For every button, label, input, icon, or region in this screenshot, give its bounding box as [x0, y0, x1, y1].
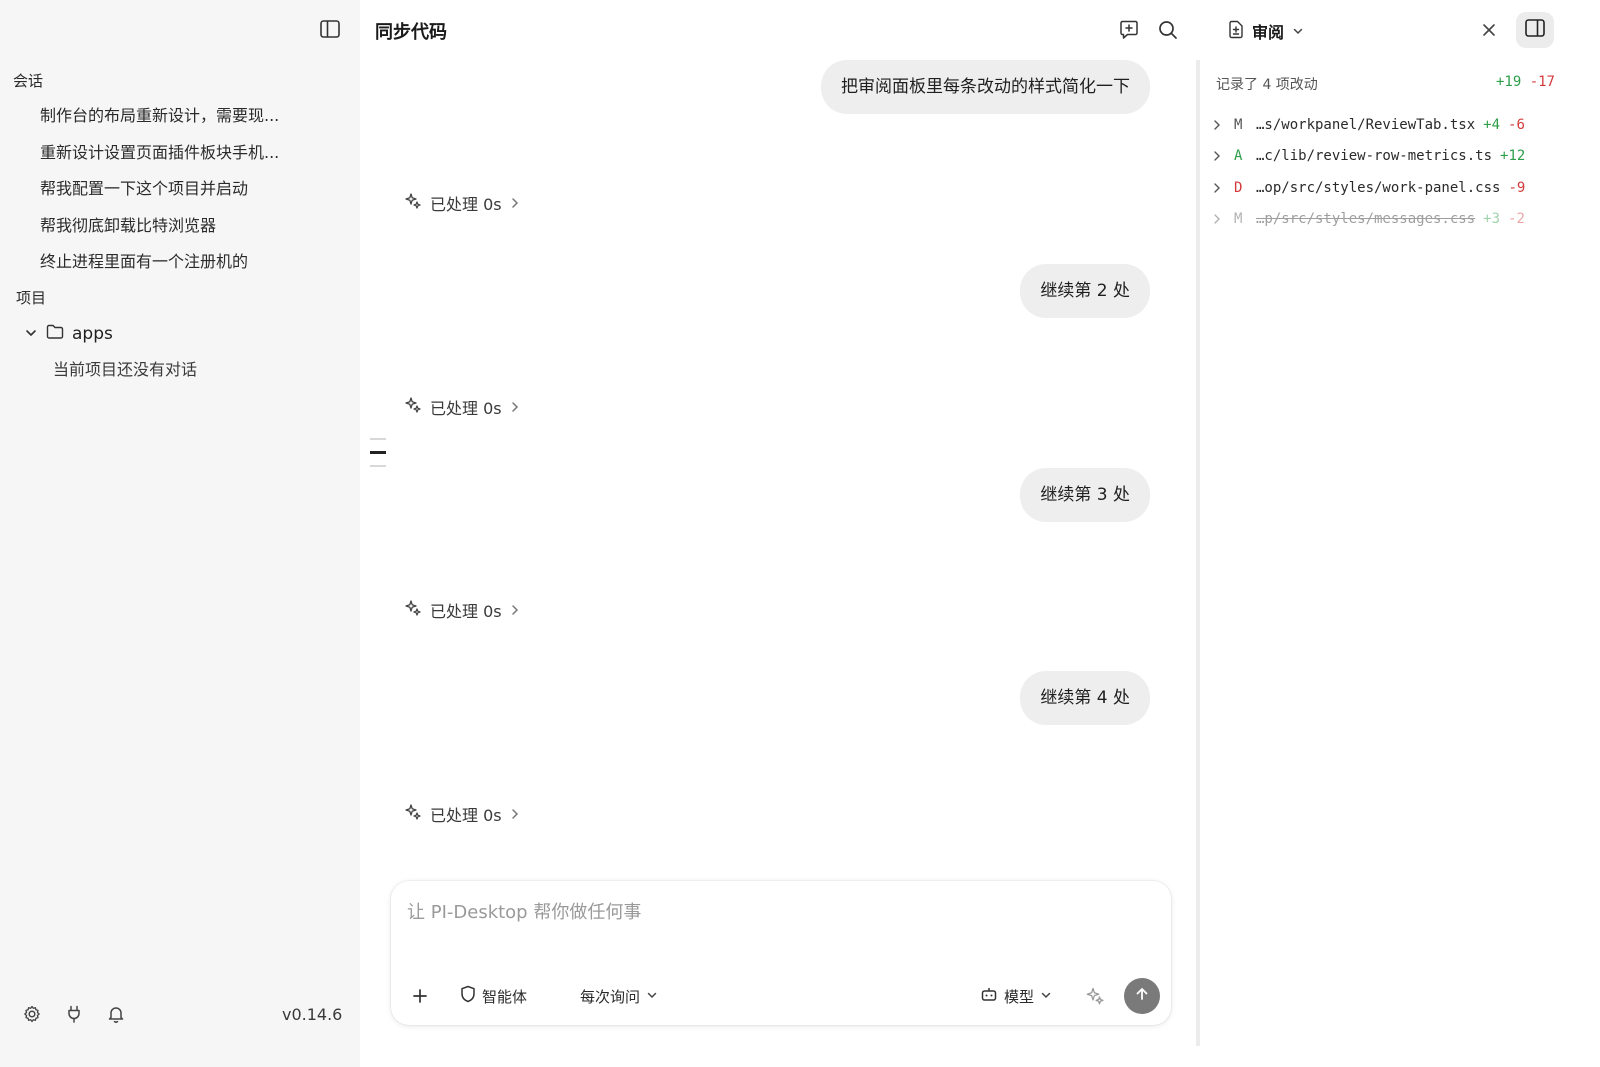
change-status: M [1234, 211, 1243, 227]
sparkle-icon [404, 192, 422, 214]
empty-project-hint: 当前项目还没有对话 [53, 360, 198, 379]
shield-icon [460, 985, 476, 1007]
change-row[interactable]: M …p/src/styles/messages.css +3 -2 [1212, 209, 1525, 229]
robot-icon [980, 986, 998, 1006]
change-path: …c/lib/review-row-metrics.ts [1256, 148, 1493, 164]
change-deletions: -9 [1508, 180, 1526, 196]
send-button[interactable] [1124, 978, 1160, 1014]
review-tab-label: 审阅 [1252, 23, 1285, 42]
chevron-right-icon [1212, 213, 1232, 225]
session-item[interactable]: 重新设计设置页面插件板块手机... [40, 139, 279, 163]
chevron-down-icon [1292, 22, 1304, 41]
change-row[interactable]: A …c/lib/review-row-metrics.ts +12 [1212, 146, 1525, 166]
sparkle-icon[interactable] [1085, 984, 1105, 1008]
file-diff-icon [1228, 20, 1244, 43]
chevron-right-icon [510, 194, 520, 213]
close-icon[interactable] [1478, 19, 1500, 41]
chevron-down-icon [1040, 987, 1052, 1005]
prompt-input[interactable] [407, 897, 1147, 927]
change-status: M [1234, 117, 1243, 133]
chevron-down-icon [24, 325, 38, 344]
review-summary: 记录了 4 项改动 [1216, 77, 1318, 93]
agent-mode-label: 智能体 [482, 987, 528, 1006]
search-icon[interactable] [1157, 19, 1179, 41]
folder-icon [46, 324, 64, 344]
change-deletions: -2 [1508, 211, 1525, 227]
agent-mode-button[interactable]: 智能体 [460, 984, 527, 1008]
change-path: …p/src/styles/messages.css [1256, 211, 1476, 227]
chevron-right-icon [1212, 182, 1232, 194]
session-item[interactable]: 帮我配置一下这个项目并启动 [40, 175, 248, 199]
user-message: 继续第 3 处 [1020, 468, 1150, 522]
right-panel-toggle[interactable] [1516, 12, 1554, 48]
total-additions: +19 [1495, 74, 1522, 90]
sidebar: 会话 制作台的布局重新设计，需要现... 重新设计设置页面插件板块手机... 帮… [0, 0, 360, 1067]
review-total-stats: +19 -17 [1496, 74, 1555, 90]
chevron-down-icon [646, 987, 658, 1005]
change-path: …op/src/styles/work-panel.css [1256, 180, 1501, 196]
processed-label: 已处理 0s [430, 806, 502, 825]
scroll-marker[interactable] [370, 438, 386, 440]
arrow-up-icon [1134, 986, 1150, 1006]
project-name: apps [72, 324, 113, 344]
review-panel: 审阅 记录了 4 项改动 +19 -17 M …s/workpanel/Revi… [1196, 0, 1600, 1067]
total-deletions: -17 [1529, 74, 1555, 90]
change-row[interactable]: M …s/workpanel/ReviewTab.tsx +4 -6 [1212, 115, 1525, 135]
composer: 智能体 每次询问 模型 [391, 881, 1171, 1025]
processed-status[interactable]: 已处理 0s [404, 599, 520, 621]
change-path: …s/workpanel/ReviewTab.tsx [1256, 117, 1476, 133]
page-title: 同步代码 [375, 22, 447, 43]
session-item[interactable]: 帮我彻底卸载比特浏览器 [40, 212, 216, 236]
plug-icon[interactable] [64, 1004, 84, 1024]
new-chat-icon[interactable] [1118, 19, 1140, 41]
projects-section-label: 项目 [16, 289, 47, 307]
chevron-right-icon [510, 398, 520, 417]
user-message: 继续第 2 处 [1020, 264, 1150, 318]
processed-status[interactable]: 已处理 0s [404, 192, 520, 214]
settings-gear-icon[interactable] [22, 1004, 42, 1024]
attach-plus-icon[interactable] [411, 984, 429, 1008]
change-deletions: -6 [1508, 117, 1525, 133]
processed-label: 已处理 0s [430, 195, 502, 214]
change-status: D [1234, 180, 1243, 196]
session-item[interactable]: 终止进程里面有一个注册机的 [40, 248, 248, 272]
sessions-section-label: 会话 [13, 72, 44, 90]
sparkle-icon [404, 396, 422, 418]
change-additions: +3 [1483, 211, 1501, 227]
chevron-right-icon [1212, 150, 1232, 162]
chevron-right-icon [510, 601, 520, 620]
scroll-marker-active[interactable] [370, 451, 386, 454]
session-item[interactable]: 制作台的布局重新设计，需要现... [40, 102, 279, 126]
change-additions: +12 [1500, 148, 1526, 164]
bell-icon[interactable] [106, 1004, 126, 1024]
approval-mode-dropdown[interactable]: 每次询问 [580, 984, 658, 1008]
processed-status[interactable]: 已处理 0s [404, 396, 520, 418]
change-additions: +4 [1483, 117, 1501, 133]
change-row[interactable]: D …op/src/styles/work-panel.css -9 [1212, 178, 1525, 198]
user-message: 把审阅面板里每条改动的样式简化一下 [821, 60, 1150, 114]
panel-divider[interactable] [1196, 60, 1200, 1046]
chevron-right-icon [510, 805, 520, 824]
processed-status[interactable]: 已处理 0s [404, 803, 520, 825]
message-scroll-markers[interactable] [370, 438, 388, 478]
panel-layout-icon [1525, 19, 1545, 41]
model-dropdown[interactable]: 模型 [980, 984, 1052, 1008]
chevron-right-icon [1212, 119, 1232, 131]
sparkle-icon [404, 803, 422, 825]
model-label: 模型 [1004, 987, 1035, 1006]
scroll-marker[interactable] [370, 465, 386, 467]
sidebar-toggle-icon[interactable] [320, 20, 342, 40]
chat-main: 同步代码 把审阅面板里每条改动的样式简化一下 已处理 0s 继续第 2 处 已处… [360, 0, 1196, 1067]
processed-label: 已处理 0s [430, 399, 502, 418]
processed-label: 已处理 0s [430, 602, 502, 621]
user-message: 继续第 4 处 [1020, 671, 1150, 725]
app-version: v0.14.6 [282, 1005, 343, 1024]
approval-mode-label: 每次询问 [580, 987, 641, 1006]
review-tab-dropdown[interactable]: 审阅 [1228, 19, 1304, 43]
project-apps[interactable]: apps [24, 320, 113, 348]
sparkle-icon [404, 599, 422, 621]
change-status: A [1234, 148, 1243, 164]
